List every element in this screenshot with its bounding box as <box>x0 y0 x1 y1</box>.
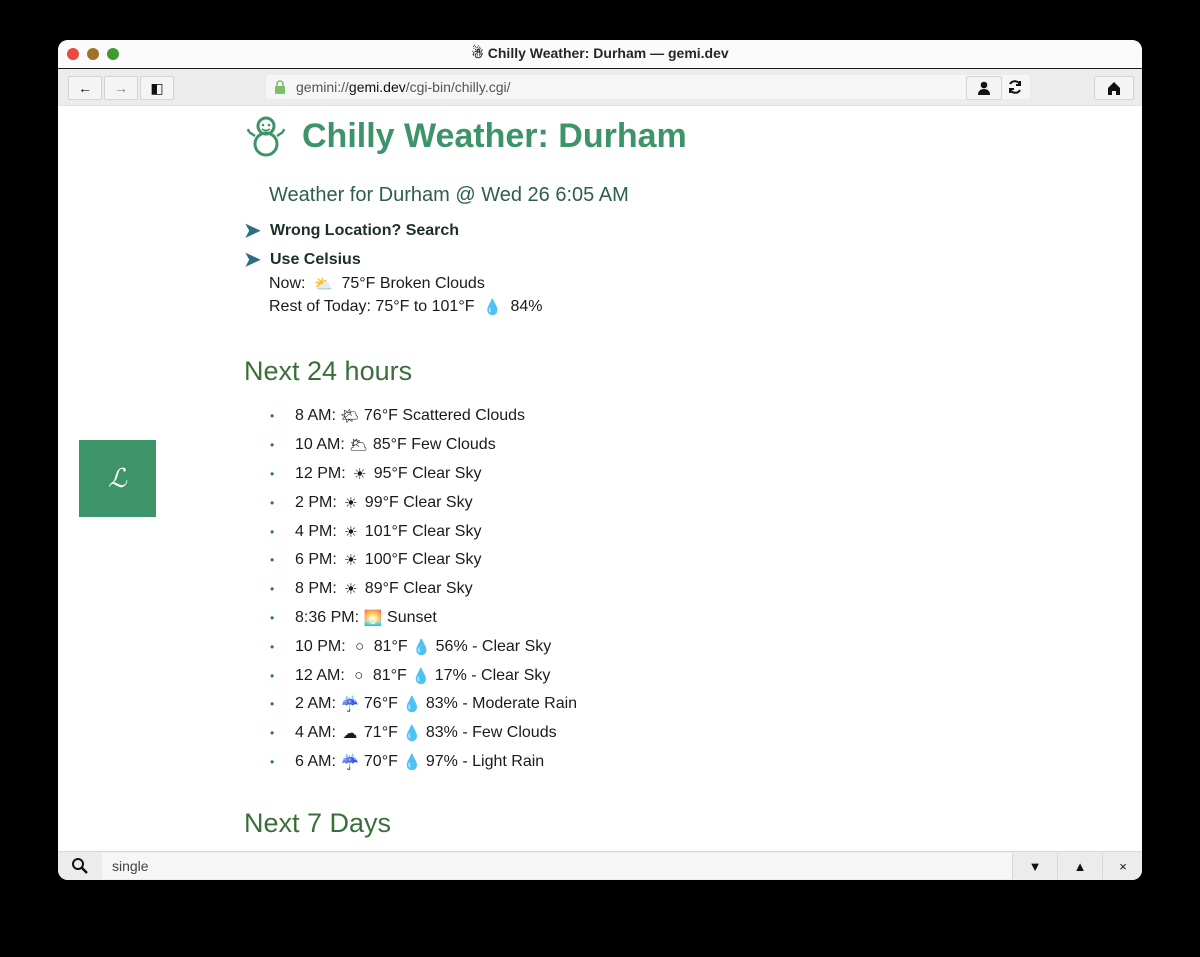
list-item: • 6 AM: ☔ 70°F 💧 97% - Light Rain <box>270 752 545 771</box>
url-bar[interactable]: gemini://gemi.dev/cgi-bin/chilly.cgi/ <box>266 75 1030 99</box>
sun-icon: ☀ <box>344 581 358 599</box>
url-scheme: gemini:// <box>296 79 349 95</box>
list-item: • 8 AM: 🌤 76°F Scattered Clouds <box>270 407 526 426</box>
raindrop-icon: 💧 <box>402 725 422 743</box>
back-button[interactable]: ← <box>68 76 102 100</box>
raindrop-icon: 💧 <box>411 667 431 685</box>
arrow-right-icon: → <box>114 80 128 96</box>
lock-icon <box>275 80 285 94</box>
broken-clouds-icon: ⛅ <box>314 276 333 293</box>
page-content: ℒ Chilly Weather: Durham Weather for Dur… <box>58 106 1142 852</box>
find-close-button[interactable]: × <box>1102 853 1142 879</box>
cloud-icon: ☁ <box>342 725 358 743</box>
window-title: ☃ Chilly Weather: Durham — gemi.dev <box>471 45 729 61</box>
browser-window: ☃ Chilly Weather: Durham — gemi.dev ← → … <box>58 40 1142 880</box>
sun-icon: ☀ <box>352 465 367 483</box>
list-item: • 2 AM: ☔ 76°F 💧 83% - Moderate Rain <box>270 695 578 714</box>
rest-of-today: Rest of Today: 75°F to 101°F 💧 84% <box>269 298 543 316</box>
home-button[interactable] <box>1094 76 1134 100</box>
lagrange-logo-icon: ℒ <box>108 463 127 494</box>
close-icon: × <box>1119 858 1127 874</box>
current-weather: Now: ⛅ 75°F Broken Clouds <box>269 275 485 293</box>
find-search-button[interactable] <box>58 852 102 880</box>
sidebar-toggle-button[interactable]: ◧ <box>140 76 174 100</box>
forward-button[interactable]: → <box>104 76 138 100</box>
raindrop-icon: 💧 <box>402 696 422 714</box>
list-item: • 12 AM: ○ 81°F 💧 17% - Clear Sky <box>270 666 551 685</box>
url-domain: gemi.dev <box>348 79 406 95</box>
list-item: • 2 PM: ☀ 99°F Clear Sky <box>270 493 473 512</box>
toolbar: ← → ◧ gemini://gemi.dev/cgi-bin/chilly.c… <box>58 69 1142 106</box>
list-item: • 4 AM: ☁ 71°F 💧 83% - Few Clouds <box>270 724 557 743</box>
list-item: • 12 PM: ☀ 95°F Clear Sky <box>270 464 482 483</box>
raindrop-icon: 💧 <box>483 299 502 316</box>
snowman-icon <box>246 116 286 157</box>
home-icon <box>1108 82 1120 95</box>
find-previous-button[interactable]: ▲ <box>1057 853 1102 879</box>
find-next-button[interactable]: ▼ <box>1012 853 1057 879</box>
hourly-forecast-list: • 8 AM: 🌤 76°F Scattered Clouds • 10 AM: 🌥 85°… <box>270 402 577 776</box>
reload-icon[interactable] <box>1006 78 1024 96</box>
link-arrow-icon: ➤ <box>244 249 261 271</box>
chevron-down-icon: ▼ <box>1028 858 1042 874</box>
snowman-icon: ☃ <box>471 45 484 61</box>
identity-button[interactable] <box>966 76 1002 100</box>
scattered-clouds-icon: 🌤 <box>340 408 360 426</box>
list-item: • 6 PM: ☀ 100°F Clear Sky <box>270 551 482 570</box>
title-bar: ☃ Chilly Weather: Durham — gemi.dev <box>58 40 1142 69</box>
sun-icon: ☀ <box>344 552 358 570</box>
list-item: • 10 PM: ○ 81°F 💧 56% - Clear Sky <box>270 637 552 656</box>
page-title: Chilly Weather: Durham <box>244 114 687 158</box>
chevron-up-icon: ▲ <box>1073 858 1087 874</box>
use-celsius-link[interactable]: ➤ Use Celsius <box>244 247 361 272</box>
next-7-days-heading: Next 7 Days <box>244 808 392 838</box>
find-bar: ▼ ▲ × <box>58 851 1142 880</box>
weather-subtitle: Weather for Durham @ Wed 26 6:05 AM <box>269 184 629 206</box>
list-item: • 10 AM: 🌥 85°F Few Clouds <box>270 436 496 455</box>
sun-icon: ☀ <box>344 494 358 512</box>
url-path: /cgi-bin/chilly.cgi/ <box>405 79 511 95</box>
sidebar-icon: ◧ <box>150 79 164 96</box>
next-24-hours-heading: Next 24 hours <box>244 356 413 386</box>
link-arrow-icon: ➤ <box>244 220 261 242</box>
raindrop-icon: 💧 <box>402 753 422 771</box>
list-item: • 8 PM: ☀ 89°F Clear Sky <box>270 580 473 599</box>
list-item: • 8:36 PM: 🌅 Sunset <box>270 608 437 627</box>
list-item: • 4 PM: ☀ 101°F Clear Sky <box>270 522 482 541</box>
sun-icon: ☀ <box>344 523 358 541</box>
sunset-icon: 🌅 <box>363 609 383 627</box>
clear-night-icon: ○ <box>355 638 365 656</box>
search-icon <box>72 858 88 874</box>
wrong-location-link[interactable]: ➤ Wrong Location? Search <box>244 218 459 243</box>
find-input[interactable] <box>102 853 1012 879</box>
person-icon <box>978 81 990 95</box>
sidebar-tile-button[interactable]: ℒ <box>79 440 156 517</box>
umbrella-rain-icon: ☔ <box>340 753 360 771</box>
umbrella-rain-icon: ☔ <box>340 696 360 714</box>
few-clouds-icon: 🌥 <box>349 437 369 455</box>
arrow-left-icon: ← <box>78 80 92 96</box>
raindrop-icon: 💧 <box>412 638 431 656</box>
clear-night-icon: ○ <box>354 667 364 685</box>
